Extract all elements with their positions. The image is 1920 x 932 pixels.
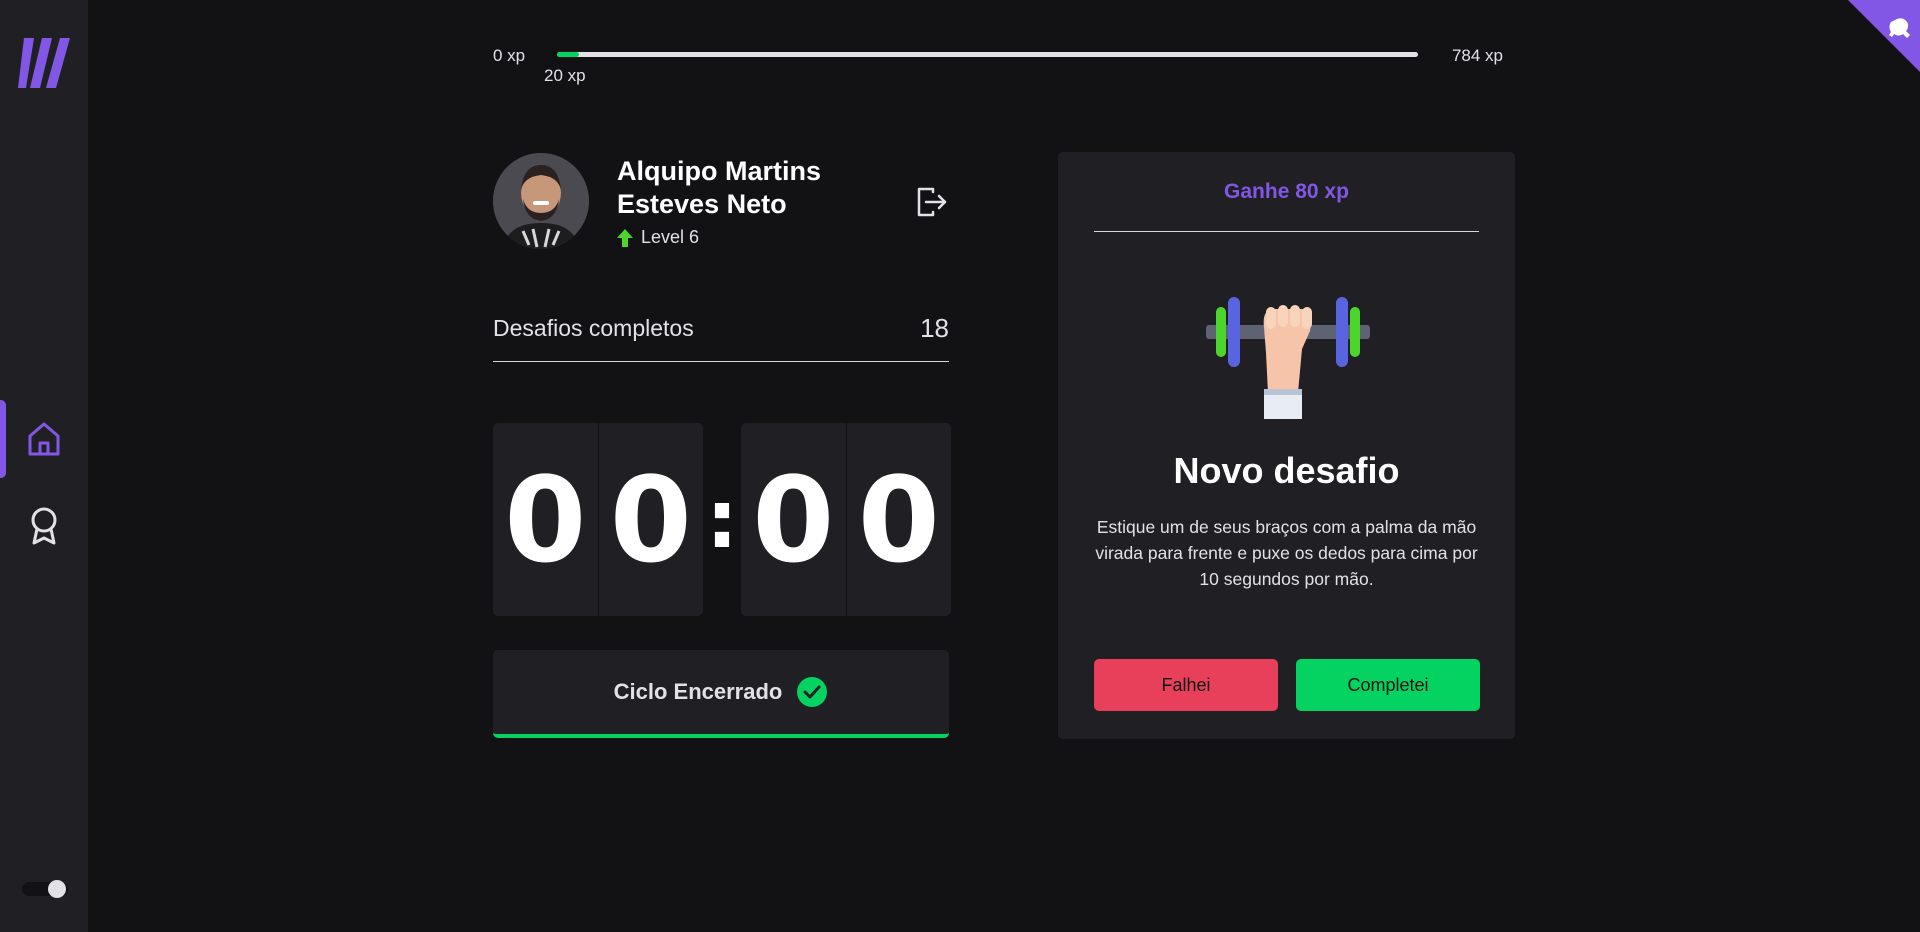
challenge-description: Estique um de seus braços com a palma da…: [1095, 517, 1478, 589]
minute-ones-digit: 0: [597, 423, 704, 616]
countdown-separator: :: [706, 473, 738, 566]
xp-progress-fill: [557, 52, 579, 57]
avatar: [493, 153, 589, 249]
xp-max-label: 784 xp: [1451, 46, 1503, 65]
nav-home[interactable]: [0, 400, 88, 478]
level-up-arrow-icon: [617, 228, 633, 247]
fail-button[interactable]: Falhei: [1094, 659, 1278, 711]
cycle-finished-button[interactable]: Ciclo Encerrado: [493, 650, 949, 738]
theme-toggle[interactable]: [22, 880, 68, 898]
theme-toggle-knob: [48, 880, 66, 898]
countdown-timer: 0 0 : 0 0: [493, 423, 951, 616]
countdown-seconds: 0 0: [741, 423, 951, 616]
second-tens-digit: 0: [752, 450, 835, 589]
app-logo: [18, 38, 70, 88]
countdown-minutes: 0 0: [493, 423, 703, 616]
award-icon: [31, 507, 57, 545]
level-label: Level 6: [641, 227, 700, 247]
minute-tens-digit: 0: [504, 450, 587, 589]
completed-challenges-count: 18: [920, 313, 949, 343]
challenge-title: Novo desafio: [1173, 450, 1400, 491]
xp-current-label: 20 xp: [544, 66, 586, 85]
home-icon: [28, 422, 60, 456]
second-ones-digit: 0: [845, 423, 952, 616]
xp-min-label: 0 xp: [493, 46, 526, 65]
github-corner-icon[interactable]: [1848, 0, 1920, 72]
profile-name: Alquipo Martins Esteves Neto: [617, 156, 821, 219]
sidebar: [0, 0, 88, 932]
challenge-reward: Ganhe 80 xp: [1094, 180, 1479, 232]
completed-challenges-label: Desafios completos: [493, 315, 694, 341]
xp-track: [557, 52, 1418, 57]
completed-challenges: Desafios completos 18: [493, 307, 949, 362]
cycle-finished-label: Ciclo Encerrado: [613, 679, 783, 704]
profile: Alquipo Martins Esteves Neto Level 6: [493, 153, 949, 253]
dumbbell-icon: [1206, 297, 1370, 419]
nav-awards[interactable]: [0, 487, 88, 565]
level-indicator: Level 6: [617, 227, 699, 248]
experience-bar: 0 xp 20 xp 784 xp: [493, 40, 1503, 90]
active-indicator: [0, 400, 6, 478]
logout-icon[interactable]: [915, 185, 949, 219]
check-circle-icon: [797, 677, 828, 707]
challenge-box: Ganhe 80 xp Novo desafio Estique um de s…: [1058, 152, 1515, 739]
success-button[interactable]: Completei: [1296, 659, 1480, 711]
